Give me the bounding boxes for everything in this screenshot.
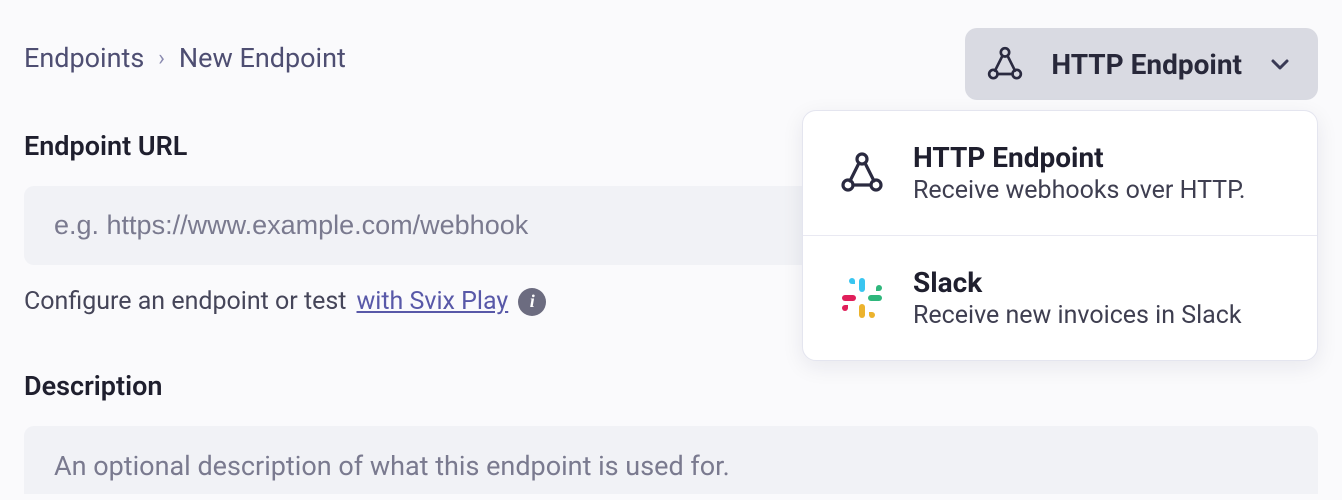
chevron-down-icon [1268, 52, 1292, 76]
connector-select-label: HTTP Endpoint [1051, 48, 1242, 81]
connector-dropdown: HTTP Endpoint Receive webhooks over HTTP… [802, 110, 1318, 361]
chevron-right-icon: › [158, 46, 165, 71]
description-input[interactable] [24, 426, 1318, 494]
svix-play-link[interactable]: with Svix Play [357, 287, 509, 316]
info-icon[interactable]: i [518, 288, 546, 316]
description-label: Description [24, 370, 1318, 402]
connector-select-button[interactable]: HTTP Endpoint [965, 28, 1318, 100]
webhook-icon [837, 149, 887, 197]
dropdown-item-desc: Receive new invoices in Slack [913, 301, 1242, 330]
dropdown-item-http-endpoint[interactable]: HTTP Endpoint Receive webhooks over HTTP… [803, 111, 1317, 235]
dropdown-item-desc: Receive webhooks over HTTP. [913, 176, 1246, 205]
dropdown-item-title: Slack [913, 266, 1242, 299]
breadcrumb-root[interactable]: Endpoints [24, 42, 144, 74]
dropdown-item-slack[interactable]: Slack Receive new invoices in Slack [803, 235, 1317, 360]
slack-icon [837, 274, 887, 322]
dropdown-item-title: HTTP Endpoint [913, 141, 1246, 174]
hint-text: Configure an endpoint or test [24, 287, 347, 316]
webhook-icon [985, 44, 1025, 84]
breadcrumb-current: New Endpoint [179, 42, 346, 74]
